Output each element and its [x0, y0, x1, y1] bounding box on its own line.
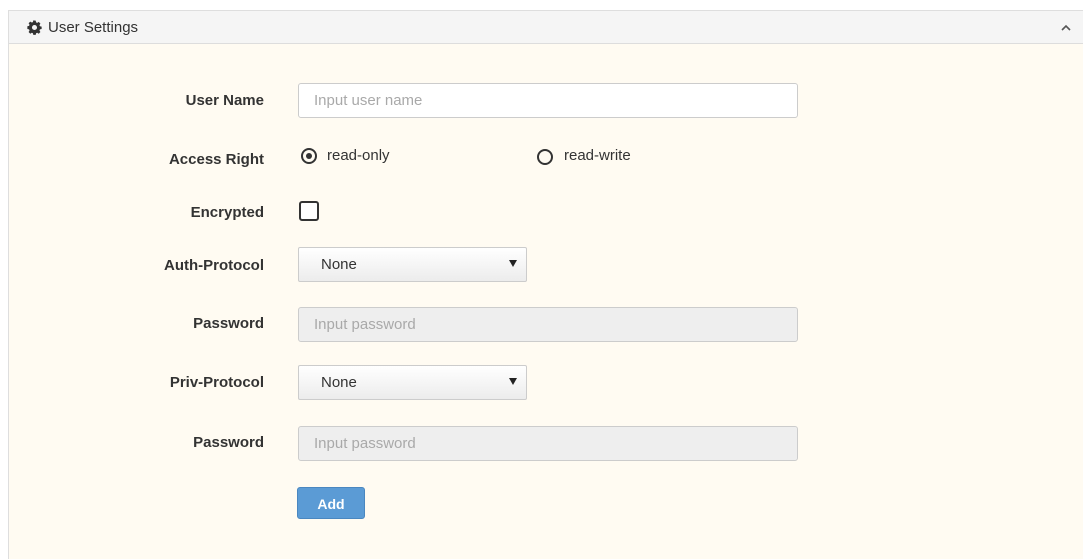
- auth-protocol-label: Auth-Protocol: [164, 257, 264, 274]
- panel-title: User Settings: [48, 19, 139, 36]
- user-name-input[interactable]: [298, 83, 798, 118]
- user-name-label: User Name: [185, 92, 264, 109]
- panel-header: User Settings: [9, 11, 1083, 44]
- read-only-label: read-only: [327, 147, 390, 164]
- chevron-up-icon[interactable]: [1059, 21, 1073, 35]
- priv-protocol-value: None: [321, 374, 357, 391]
- add-button[interactable]: Add: [297, 487, 365, 519]
- auth-password-input[interactable]: [298, 307, 798, 342]
- encrypted-checkbox[interactable]: [299, 201, 319, 221]
- read-write-label: read-write: [564, 147, 631, 164]
- priv-password-label: Password: [193, 434, 264, 451]
- dropdown-arrow-icon: [509, 378, 517, 385]
- auth-password-label: Password: [193, 315, 264, 332]
- user-settings-panel: User Settings User Name Access Right rea…: [8, 10, 1083, 559]
- auth-protocol-value: None: [321, 256, 357, 273]
- priv-protocol-select[interactable]: None: [298, 365, 527, 400]
- read-only-radio[interactable]: [301, 148, 317, 164]
- gear-icon: [27, 20, 42, 35]
- encrypted-label: Encrypted: [190, 204, 264, 221]
- access-right-label: Access Right: [168, 151, 264, 168]
- dropdown-arrow-icon: [509, 260, 517, 267]
- auth-protocol-select[interactable]: None: [298, 247, 527, 282]
- priv-password-input[interactable]: [298, 426, 798, 461]
- priv-protocol-label: Priv-Protocol: [169, 374, 264, 391]
- read-write-radio[interactable]: [537, 149, 553, 165]
